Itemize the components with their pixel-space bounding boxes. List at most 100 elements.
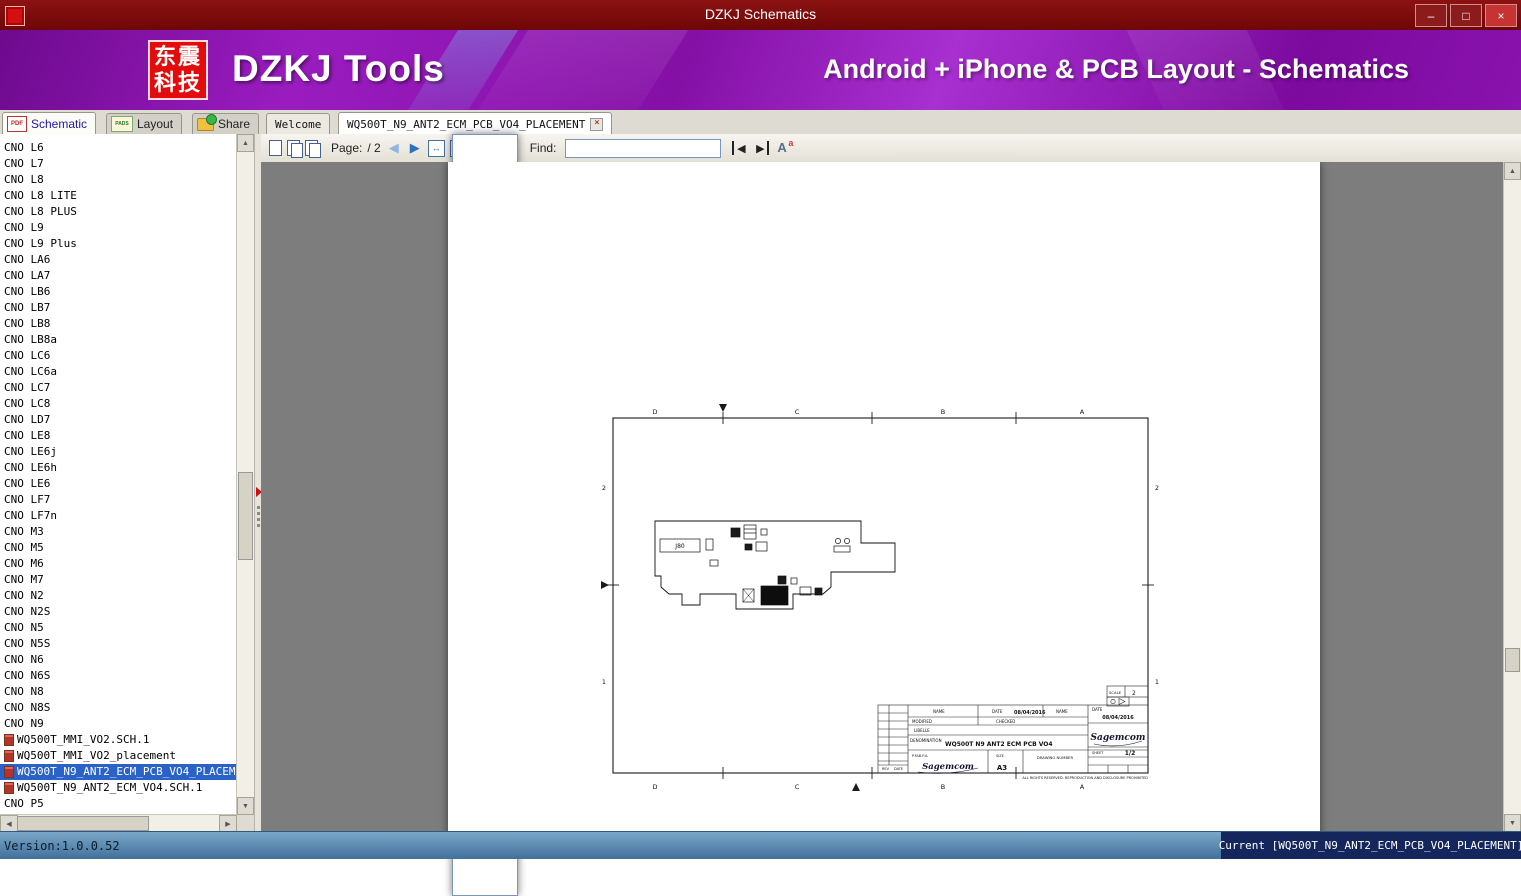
banner-decoration	[453, 30, 707, 110]
page-view-icon[interactable]	[269, 140, 282, 156]
list-item[interactable]: WQ500T_N9_ANT2_ECM_PCB_VO4_PLACEMENT	[0, 764, 237, 780]
tab-layout[interactable]: PADS Layout	[106, 113, 183, 134]
list-item[interactable]: CNO LD7	[0, 412, 237, 428]
previous-page-button[interactable]	[386, 140, 402, 156]
copyright-microtext: ALL RIGHTS RESERVED. REPRODUCTION AND DI…	[1022, 776, 1148, 780]
schematic-list: CNO L6 CNO L7 CNO L8 CNO L8 LITE CNO L8 …	[0, 134, 237, 815]
find-next-icon[interactable]	[753, 141, 770, 155]
sidebar-vertical-scrollbar[interactable]	[236, 134, 254, 815]
viewer-toolbar: Page: / 2 Find:	[261, 134, 1521, 896]
pcb-components: J80	[659, 524, 851, 606]
list-item[interactable]: CNO LF7n	[0, 508, 237, 524]
find-input[interactable]	[565, 138, 722, 158]
banner-tagline: Android + iPhone & PCB Layout - Schemati…	[823, 54, 1409, 84]
scroll-down-arrow[interactable]	[237, 797, 254, 815]
list-item[interactable]: CNO L7	[0, 156, 237, 172]
list-item-label: CNO LD7	[4, 413, 51, 426]
list-item[interactable]: CNO LC6	[0, 348, 237, 364]
list-item[interactable]: CNO L6	[0, 140, 237, 156]
tab-close-icon[interactable]: ×	[590, 117, 604, 131]
next-page-button[interactable]	[407, 140, 423, 156]
scroll-right-arrow[interactable]	[219, 815, 237, 832]
fit-width-icon[interactable]	[427, 139, 445, 157]
list-item[interactable]: CNO M7	[0, 572, 237, 588]
tab-welcome[interactable]: Welcome	[266, 113, 331, 134]
copy-page-icon[interactable]	[287, 140, 303, 158]
tab-share-label: Share	[218, 117, 251, 131]
scroll-down-arrow[interactable]	[1504, 814, 1521, 832]
scroll-thumb[interactable]	[1505, 648, 1520, 672]
list-item[interactable]: CNO N6S	[0, 668, 237, 684]
list-item[interactable]: CNO N6	[0, 652, 237, 668]
splitter-grip[interactable]	[257, 506, 260, 530]
tab-welcome-label: Welcome	[275, 117, 322, 131]
scroll-up-arrow[interactable]	[237, 134, 254, 152]
viewer-panel: Page: / 2 Find:	[261, 134, 1521, 896]
list-item[interactable]: CNO N5S	[0, 636, 237, 652]
font-size-icon[interactable]	[774, 138, 794, 157]
list-item[interactable]: CNO N2	[0, 588, 237, 604]
sidebar-horizontal-scrollbar[interactable]	[0, 814, 237, 832]
list-item[interactable]: CNO L8 PLUS	[0, 204, 237, 220]
tab-schematic[interactable]: PDF Schematic	[2, 112, 97, 135]
list-item[interactable]: CNO LC7	[0, 380, 237, 396]
close-button[interactable]: ×	[1485, 4, 1517, 27]
list-item[interactable]: CNO M3	[0, 524, 237, 540]
tab-document-label: WQ500T_N9_ANT2_ECM_PCB_VO4_PLACEMENT	[347, 117, 586, 131]
list-item[interactable]: CNO N2S	[0, 604, 237, 620]
find-label: Find:	[529, 141, 557, 155]
list-item-label: CNO LC6	[4, 349, 51, 362]
list-item[interactable]: CNO LE6h	[0, 460, 237, 476]
list-item[interactable]: CNO LB8a	[0, 332, 237, 348]
list-item[interactable]: CNO M5	[0, 540, 237, 556]
scroll-up-arrow[interactable]	[1504, 162, 1521, 180]
list-item[interactable]: CNO N5	[0, 620, 237, 636]
find-previous-icon[interactable]	[732, 141, 748, 155]
title-bar: DZKJ Schematics – □ ×	[0, 0, 1521, 30]
svg-text:C: C	[795, 783, 800, 791]
list-item[interactable]: CNO LE8	[0, 428, 237, 444]
list-item[interactable]: CNO LC6a	[0, 364, 237, 380]
scroll-left-arrow[interactable]	[0, 815, 18, 832]
list-item[interactable]: CNO L9 Plus	[0, 236, 237, 252]
list-item[interactable]: CNO N8S	[0, 700, 237, 716]
list-item[interactable]: CNO LE6	[0, 476, 237, 492]
list-item-label: WQ500T_N9_ANT2_ECM_PCB_VO4_PLACEMENT	[17, 765, 237, 778]
drawing-frame	[612, 417, 1149, 774]
svg-text:REV: REV	[882, 767, 890, 771]
list-item[interactable]: CNO M6	[0, 556, 237, 572]
viewer-vertical-scrollbar[interactable]	[1503, 162, 1521, 832]
list-item[interactable]: CNO LB6	[0, 284, 237, 300]
list-item[interactable]: CNO LC8	[0, 396, 237, 412]
scroll-thumb[interactable]	[17, 816, 149, 831]
connector-label: J80	[674, 543, 685, 550]
list-item[interactable]: CNO LA6	[0, 252, 237, 268]
page-total: / 2	[367, 141, 381, 155]
tab-share[interactable]: Share	[192, 113, 260, 134]
list-item[interactable]: CNO LE6j	[0, 444, 237, 460]
list-item[interactable]: CNO N8	[0, 684, 237, 700]
multi-page-icon[interactable]	[305, 140, 321, 158]
list-item[interactable]: WQ500T_MMI_VO2_placement	[0, 748, 237, 764]
list-item[interactable]: CNO LB8	[0, 316, 237, 332]
minimize-button[interactable]: –	[1415, 4, 1447, 27]
list-item-label: CNO L6	[4, 141, 44, 154]
list-item[interactable]: CNO N9	[0, 716, 237, 732]
tab-document[interactable]: WQ500T_N9_ANT2_ECM_PCB_VO4_PLACEMENT ×	[338, 112, 613, 135]
list-item[interactable]: CNO LF7	[0, 492, 237, 508]
list-item[interactable]: CNO P5	[0, 796, 237, 812]
window-controls: – □ ×	[1415, 4, 1517, 27]
list-item-label: CNO N2S	[4, 605, 51, 618]
list-item[interactable]: CNO L9	[0, 220, 237, 236]
list-item[interactable]: CNO L8	[0, 172, 237, 188]
svg-text:SIZE: SIZE	[996, 754, 1004, 758]
list-item[interactable]: CNO L8 LITE	[0, 188, 237, 204]
scroll-thumb[interactable]	[238, 472, 253, 560]
list-item-label: CNO M3	[4, 525, 44, 538]
list-item[interactable]: WQ500T_N9_ANT2_ECM_VO4.SCH.1	[0, 780, 237, 796]
maximize-button[interactable]: □	[1450, 4, 1482, 27]
list-item[interactable]: CNO LA7	[0, 268, 237, 284]
list-item[interactable]: WQ500T_MMI_VO2.SCH.1	[0, 732, 237, 748]
logo-text-line1: 东震	[153, 44, 202, 69]
list-item[interactable]: CNO LB7	[0, 300, 237, 316]
